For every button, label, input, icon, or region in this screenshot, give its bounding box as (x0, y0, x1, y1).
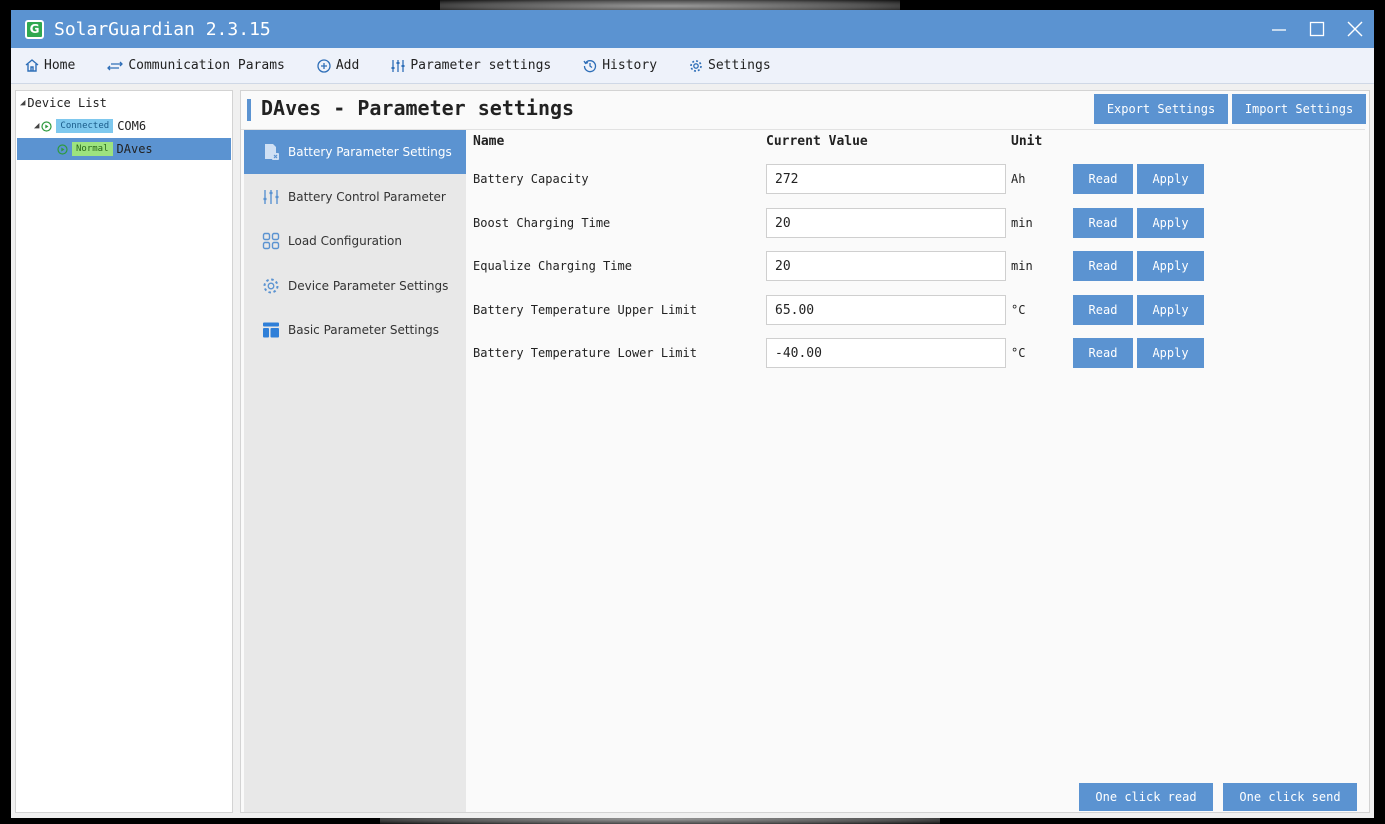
read-button[interactable]: Read (1073, 338, 1133, 368)
nav-label: Battery Parameter Settings (288, 145, 452, 159)
apply-button[interactable]: Apply (1137, 295, 1204, 325)
tree-root-label: Device List (27, 96, 107, 110)
import-settings-button[interactable]: Import Settings (1232, 94, 1366, 124)
menu-home-label: Home (44, 58, 76, 73)
menu-settings-label: Settings (708, 58, 771, 73)
header-unit: Unit (1011, 134, 1043, 149)
apply-button[interactable]: Apply (1137, 164, 1204, 194)
param-value-input[interactable] (766, 251, 1006, 281)
header-name: Name (473, 134, 505, 149)
window-controls (1260, 10, 1374, 48)
status-play-icon (57, 143, 68, 155)
maximize-icon (1309, 21, 1325, 37)
table-row: Boost Charging Time min Read Apply (241, 208, 1204, 240)
port-name: COM6 (117, 119, 147, 133)
param-value-input[interactable] (766, 338, 1006, 368)
expand-arrow-icon[interactable]: ◢ (20, 98, 25, 108)
table-row: Battery Capacity Ah Read Apply (241, 164, 1204, 196)
tree-root[interactable]: ◢ Device List (20, 92, 107, 114)
page-title: DAves - Parameter settings (261, 96, 575, 120)
menu-parameter-settings[interactable]: Parameter settings (391, 58, 551, 73)
apply-button[interactable]: Apply (1137, 251, 1204, 281)
menu-communication-label: Communication Params (128, 58, 285, 73)
export-settings-button[interactable]: Export Settings (1094, 94, 1228, 124)
home-icon (25, 59, 39, 72)
title-bar: G SolarGuardian 2.3.15 (11, 10, 1374, 48)
battery-doc-icon (265, 144, 279, 160)
table-row: Battery Temperature Upper Limit °C Read … (241, 295, 1204, 327)
param-value-input[interactable] (766, 164, 1006, 194)
table-row: Equalize Charging Time min Read Apply (241, 251, 1204, 283)
read-button[interactable]: Read (1073, 208, 1133, 238)
menu-parameter-settings-label: Parameter settings (410, 58, 552, 73)
title-accent-bar (247, 99, 251, 121)
param-name: Battery Temperature Lower Limit (473, 346, 697, 360)
menu-bar: Home Communication Params Add Parameter … (11, 48, 1374, 84)
param-name: Battery Capacity (473, 172, 589, 186)
status-badge: Connected (56, 119, 114, 133)
menu-home[interactable]: Home (25, 58, 75, 73)
history-icon (583, 59, 597, 72)
close-button[interactable] (1336, 10, 1374, 48)
minimize-icon (1272, 29, 1286, 31)
param-unit: Ah (1011, 172, 1026, 186)
status-badge: Normal (72, 142, 113, 156)
param-unit: °C (1011, 346, 1026, 360)
app-logo: G (25, 19, 44, 39)
param-unit: °C (1011, 303, 1026, 317)
read-button[interactable]: Read (1073, 295, 1133, 325)
param-name: Boost Charging Time (473, 216, 611, 230)
minimize-button[interactable] (1260, 10, 1298, 48)
main-panel: DAves - Parameter settings Export Settin… (240, 90, 1370, 813)
param-value-input[interactable] (766, 208, 1006, 238)
menu-add[interactable]: Add (317, 58, 359, 73)
app-title: SolarGuardian 2.3.15 (54, 18, 271, 40)
expand-arrow-icon[interactable]: ◢ (34, 121, 39, 131)
apply-button[interactable]: Apply (1137, 338, 1204, 368)
app-window: G SolarGuardian 2.3.15 Home Communicatio… (11, 10, 1374, 818)
sliders-icon (391, 59, 405, 72)
status-play-icon (41, 120, 53, 132)
read-button[interactable]: Read (1073, 251, 1133, 281)
gear-icon (690, 59, 702, 72)
table-row: Battery Temperature Lower Limit °C Read … (241, 338, 1204, 370)
menu-add-label: Add (335, 58, 360, 73)
apply-button[interactable]: Apply (1137, 208, 1204, 238)
one-click-send-button[interactable]: One click send (1223, 783, 1357, 811)
one-click-read-button[interactable]: One click read (1079, 783, 1213, 811)
read-button[interactable]: Read (1073, 164, 1133, 194)
menu-settings[interactable]: Settings (689, 58, 771, 73)
param-value-input[interactable] (766, 295, 1006, 325)
maximize-button[interactable] (1298, 10, 1336, 48)
plus-circle-icon (317, 58, 331, 73)
param-unit: min (1011, 259, 1033, 273)
param-name: Battery Temperature Upper Limit (473, 303, 697, 317)
menu-history[interactable]: History (583, 58, 657, 73)
tree-port-com6[interactable]: ◢ Connected COM6 (34, 115, 146, 137)
param-name: Equalize Charging Time (473, 259, 632, 273)
param-unit: min (1011, 216, 1033, 230)
header-current-value: Current Value (766, 134, 868, 149)
menu-communication-params[interactable]: Communication Params (107, 58, 285, 73)
swap-arrows-icon (107, 61, 124, 70)
menu-history-label: History (602, 58, 658, 73)
device-name: DAves (116, 142, 153, 156)
close-icon (1347, 21, 1363, 37)
tree-device-daves[interactable]: Normal DAves (17, 138, 231, 160)
device-tree-panel: ◢ Device List ◢ Connected COM6 Normal DA… (15, 90, 233, 813)
